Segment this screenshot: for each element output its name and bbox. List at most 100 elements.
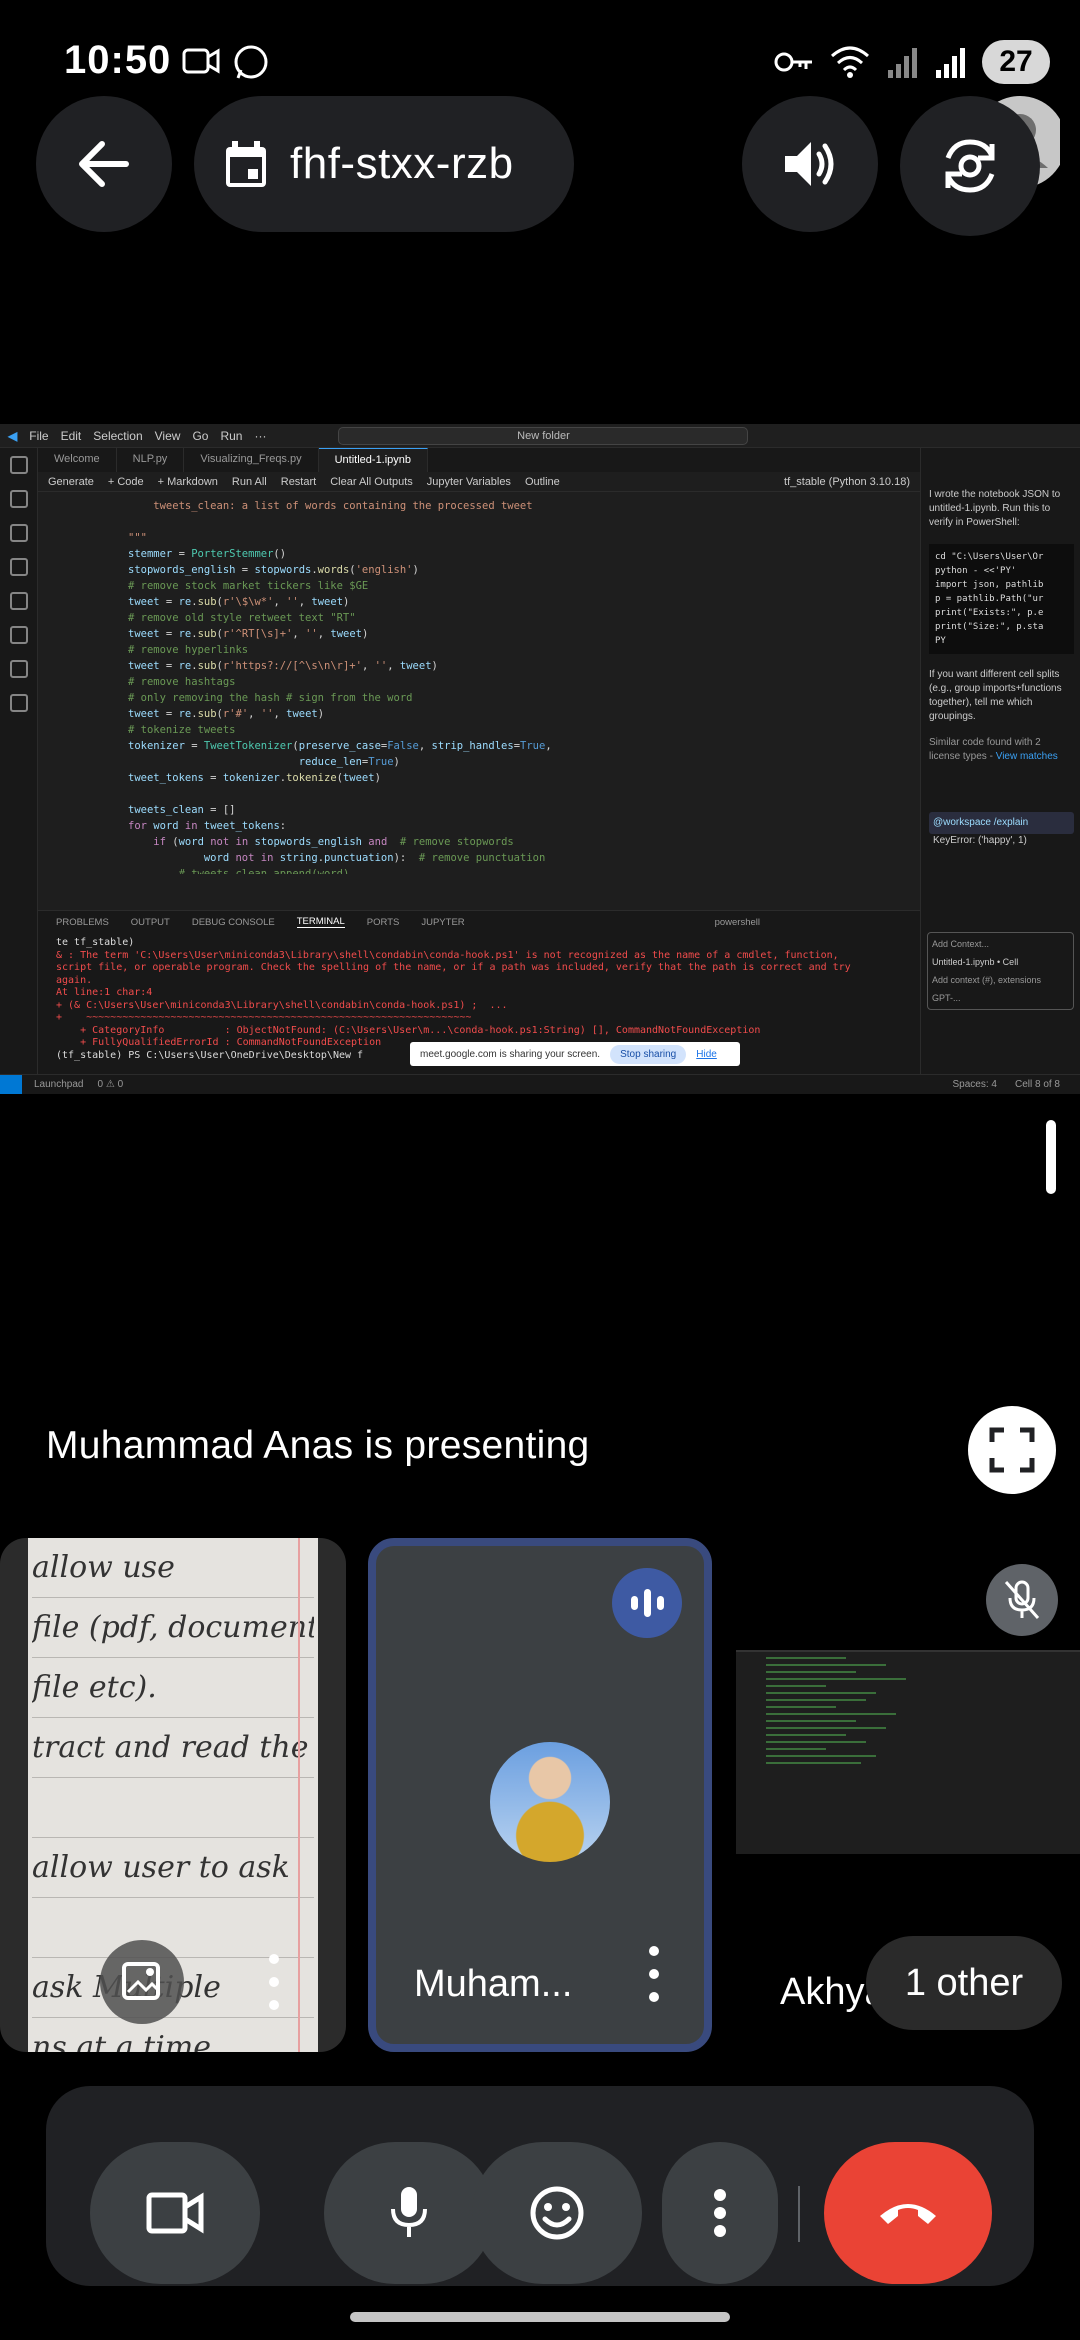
tile1-more-button[interactable] bbox=[268, 1954, 280, 2010]
status-launchpad[interactable]: Launchpad bbox=[34, 1079, 84, 1090]
explorer-icon[interactable] bbox=[9, 456, 28, 474]
presenting-label: Muhammad Anas is presenting bbox=[46, 1424, 590, 1467]
tab-output[interactable]: OUTPUT bbox=[131, 917, 170, 928]
vscode-titlebar: ◀ File Edit Selection View Go Run ··· Ne… bbox=[0, 424, 1080, 448]
remote-icon[interactable] bbox=[9, 660, 28, 678]
vscode-search-bar[interactable]: New folder bbox=[338, 426, 749, 445]
shared-screen[interactable]: ◀ File Edit Selection View Go Run ··· Ne… bbox=[0, 424, 1080, 1094]
tab-ports[interactable]: PORTS bbox=[367, 917, 400, 928]
search-icon[interactable] bbox=[9, 490, 28, 508]
calendar-icon bbox=[226, 141, 266, 187]
python-icon[interactable] bbox=[9, 694, 28, 712]
chat-add-context[interactable]: Add Context... bbox=[932, 937, 1069, 951]
whatsapp-icon bbox=[234, 45, 268, 79]
back-button[interactable] bbox=[36, 96, 172, 232]
menu-run[interactable]: Run bbox=[220, 429, 242, 443]
source-control-icon[interactable] bbox=[9, 524, 28, 542]
toolbar-restart[interactable]: Restart bbox=[281, 476, 316, 488]
status-cell[interactable]: Cell 8 of 8 bbox=[1015, 1079, 1060, 1090]
chat-code-block: cd "C:\Users\User\Or python - <<'PY' imp… bbox=[929, 544, 1074, 654]
tab-debug-console[interactable]: DEBUG CONSOLE bbox=[192, 917, 275, 928]
image-reaction-icon bbox=[122, 1962, 160, 2000]
chat-ref-2: KeyError: ('happy', 1) bbox=[933, 835, 1027, 846]
video-status-icon bbox=[182, 48, 220, 74]
speaking-indicator-icon bbox=[612, 1568, 682, 1638]
fullscreen-button[interactable] bbox=[968, 1406, 1056, 1494]
other-participants-pill[interactable]: 1 other bbox=[866, 1936, 1062, 2030]
add-reaction-button[interactable] bbox=[100, 1940, 184, 2024]
back-arrow-icon bbox=[79, 141, 129, 187]
toolbar-variables[interactable]: Jupyter Variables bbox=[427, 476, 511, 488]
run-debug-icon[interactable] bbox=[9, 558, 28, 576]
end-call-icon bbox=[880, 2204, 936, 2224]
camera-icon bbox=[146, 2192, 204, 2234]
menu-file[interactable]: File bbox=[29, 429, 48, 443]
activity-bar bbox=[0, 448, 38, 1074]
menu-selection[interactable]: Selection bbox=[93, 429, 142, 443]
tab-problems[interactable]: PROBLEMS bbox=[56, 917, 109, 928]
switch-camera-button[interactable] bbox=[900, 96, 1040, 236]
chat-message-1: I wrote the notebook JSON to untitled-1.… bbox=[929, 489, 1061, 528]
menu-go[interactable]: Go bbox=[192, 429, 208, 443]
meeting-info-button[interactable]: fhf-stxx-rzb bbox=[194, 96, 574, 232]
remote-indicator[interactable] bbox=[0, 1075, 22, 1094]
kernel-selector[interactable]: tf_stable (Python 3.10.18) bbox=[784, 476, 910, 488]
mic-toggle-button[interactable] bbox=[324, 2142, 494, 2284]
terminal-tabs: PROBLEMS OUTPUT DEBUG CONSOLE TERMINAL P… bbox=[38, 911, 920, 933]
more-options-button[interactable] bbox=[662, 2142, 778, 2284]
signal-icon bbox=[888, 48, 917, 78]
toolbar-clear[interactable]: Clear All Outputs bbox=[330, 476, 413, 488]
tab-visualizing[interactable]: Visualizing_Freqs.py bbox=[184, 448, 319, 472]
editor-area: Welcome NLP.py Visualizing_Freqs.py Unti… bbox=[38, 448, 920, 1074]
tab-jupyter[interactable]: JUPYTER bbox=[421, 917, 464, 928]
chat-model-selector[interactable]: GPT-... bbox=[932, 991, 1069, 1005]
code-cell[interactable]: tweets_clean: a list of words containing… bbox=[38, 494, 920, 874]
status-spaces[interactable]: Spaces: 4 bbox=[952, 1079, 996, 1090]
tab-terminal[interactable]: TERMINAL bbox=[296, 916, 345, 928]
mic-off-icon bbox=[986, 1564, 1058, 1636]
battery-indicator: 27 bbox=[982, 40, 1050, 84]
chat-input-placeholder[interactable]: Add context (#), extensions bbox=[932, 973, 1069, 987]
tile2-more-button[interactable] bbox=[648, 1946, 660, 2002]
tab-welcome[interactable]: Welcome bbox=[38, 448, 117, 472]
speaker-icon bbox=[785, 142, 834, 186]
stop-sharing-button[interactable]: Stop sharing bbox=[610, 1044, 687, 1064]
hide-share-bar-link[interactable]: Hide bbox=[696, 1049, 717, 1060]
end-call-button[interactable] bbox=[824, 2142, 992, 2284]
view-matches-link[interactable]: View matches bbox=[996, 751, 1058, 762]
participant-tile-muhammad[interactable]: Muham... bbox=[368, 1538, 712, 2052]
toolbar-run-all[interactable]: Run All bbox=[232, 476, 267, 488]
status-problems[interactable]: 0 ⚠ 0 bbox=[98, 1079, 124, 1090]
share-text: meet.google.com is sharing your screen. bbox=[420, 1048, 601, 1060]
toolbar-markdown[interactable]: + Markdown bbox=[158, 476, 218, 488]
tab-untitled[interactable]: Untitled-1.ipynb bbox=[318, 448, 429, 472]
toolbar-code[interactable]: + Code bbox=[108, 476, 144, 488]
tab-nlp[interactable]: NLP.py bbox=[117, 448, 185, 472]
toolbar-generate[interactable]: Generate bbox=[48, 476, 94, 488]
emoji-reaction-button[interactable] bbox=[472, 2142, 642, 2284]
more-icon bbox=[714, 2189, 726, 2237]
home-indicator[interactable] bbox=[350, 2312, 730, 2322]
menu-view[interactable]: View bbox=[155, 429, 181, 443]
chat-input-box[interactable]: Add Context... Untitled-1.ipynb • Cell A… bbox=[927, 932, 1074, 1010]
camera-toggle-button[interactable] bbox=[90, 2142, 260, 2284]
speaker-button[interactable] bbox=[742, 96, 878, 232]
signal-icon-2 bbox=[936, 48, 965, 78]
extensions-icon[interactable] bbox=[9, 592, 28, 610]
menu-edit[interactable]: Edit bbox=[61, 429, 82, 443]
notebook-toolbar: Generate + Code + Markdown Run All Resta… bbox=[38, 472, 920, 492]
tile-name-muhammad: Muham... bbox=[414, 1963, 573, 2005]
scroll-indicator[interactable] bbox=[1046, 1120, 1056, 1194]
controls-divider bbox=[798, 2186, 800, 2242]
terminal-shell[interactable]: powershell bbox=[715, 917, 760, 928]
status-icons-right: 27 bbox=[774, 40, 1050, 84]
meeting-code: fhf-stxx-rzb bbox=[290, 139, 514, 188]
chat-message-2: If you want different cell splits (e.g.,… bbox=[929, 669, 1062, 722]
avatar bbox=[490, 1742, 610, 1862]
testing-icon[interactable] bbox=[9, 626, 28, 644]
menu-more[interactable]: ··· bbox=[254, 429, 266, 443]
screen-share-bar: meet.google.com is sharing your screen. … bbox=[410, 1042, 740, 1066]
terminal-panel[interactable]: PROBLEMS OUTPUT DEBUG CONSOLE TERMINAL P… bbox=[38, 910, 920, 1074]
editor-tabs: Welcome NLP.py Visualizing_Freqs.py Unti… bbox=[38, 448, 920, 472]
toolbar-outline[interactable]: Outline bbox=[525, 476, 560, 488]
